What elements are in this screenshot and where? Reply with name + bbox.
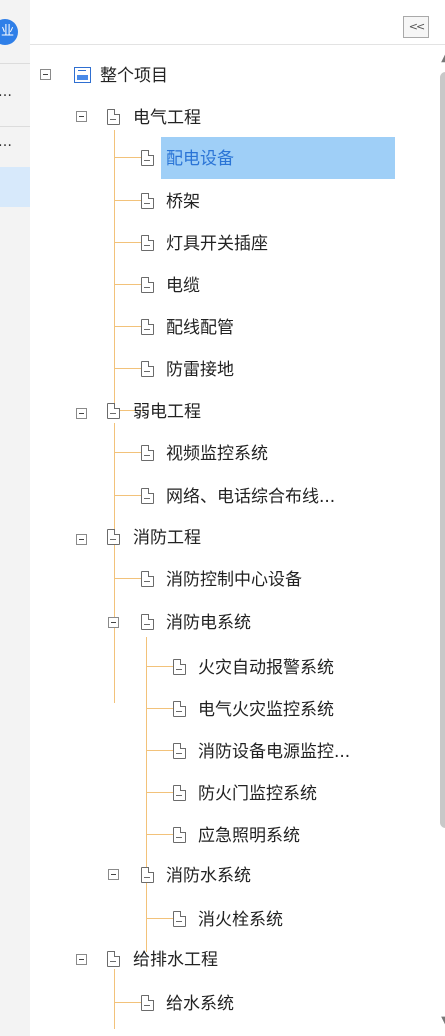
document-icon: [141, 361, 154, 377]
document-icon: [107, 403, 120, 419]
group-collapse-toggle[interactable]: [76, 534, 87, 545]
tree-scrollbar[interactable]: ▲ ▼: [437, 52, 445, 1030]
document-icon: [141, 488, 154, 504]
document-icon: [141, 193, 154, 209]
document-icon: [141, 995, 154, 1011]
tree-node-group[interactable]: 消防工程: [133, 526, 201, 550]
document-icon: [141, 571, 154, 587]
tree-connector: [114, 578, 142, 579]
document-icon: [173, 827, 186, 843]
document-icon: [141, 235, 154, 251]
left-panel-badge-icon[interactable]: 业: [0, 19, 18, 45]
document-icon: [141, 150, 154, 166]
document-icon: [173, 659, 186, 675]
tree-connector: [114, 1002, 142, 1003]
tree-connector: [114, 368, 142, 369]
tree-connector: [114, 242, 142, 243]
tree-connector: [114, 284, 142, 285]
tree-connector: [146, 637, 147, 952]
subgroup-collapse-toggle[interactable]: [108, 617, 119, 628]
tree-connector: [114, 969, 115, 1029]
tree-node-item[interactable]: 网络、电话综合布线...: [166, 485, 335, 509]
tree-connector: [146, 750, 174, 751]
tree-connector: [114, 423, 115, 703]
tree-connector: [114, 200, 142, 201]
tree-connector: [114, 452, 142, 453]
tree-node-subgroup[interactable]: 消防电系统: [166, 611, 251, 635]
tree-node-item[interactable]: 消防控制中心设备: [166, 568, 302, 592]
scroll-up-arrow-icon[interactable]: ▲: [437, 52, 445, 66]
tree-connector: [146, 918, 174, 919]
document-icon: [173, 701, 186, 717]
scrollbar-thumb[interactable]: [440, 72, 445, 828]
tree-node-root[interactable]: 整个项目: [100, 64, 168, 88]
document-icon: [173, 743, 186, 759]
tree-connector: [114, 495, 142, 496]
document-icon: [107, 109, 120, 125]
root-collapse-toggle[interactable]: [40, 69, 51, 80]
tree-node-item[interactable]: 灯具开关插座: [166, 232, 268, 256]
tree-node-item[interactable]: 给水系统: [166, 992, 234, 1016]
project-tree-panel: << 整个项目 电气工程 配电设备 桥架 灯具开关插座 电缆 配线配管 防雷接地…: [30, 0, 445, 1036]
document-icon: [141, 445, 154, 461]
tree-connector: [146, 708, 174, 709]
tree-node-item[interactable]: 防雷接地: [166, 358, 234, 382]
tree-node-group[interactable]: 弱电工程: [133, 400, 201, 424]
left-panel-edge: 业 … …: [0, 0, 31, 1036]
group-collapse-toggle[interactable]: [76, 408, 87, 419]
project-tree: 整个项目 电气工程 配电设备 桥架 灯具开关插座 电缆 配线配管 防雷接地 弱电…: [30, 45, 405, 1030]
tree-node-item[interactable]: 配电设备: [166, 147, 234, 171]
tree-node-item[interactable]: 电气火灾监控系统: [198, 698, 334, 722]
tree-connector: [146, 792, 174, 793]
document-icon: [173, 785, 186, 801]
left-panel-selected-row[interactable]: [0, 167, 30, 207]
tree-node-item[interactable]: 应急照明系统: [198, 824, 300, 848]
project-icon: [74, 67, 91, 83]
tree-node-item[interactable]: 防火门监控系统: [198, 782, 317, 806]
subgroup-collapse-toggle[interactable]: [108, 869, 119, 880]
scroll-down-arrow-icon[interactable]: ▼: [437, 1014, 445, 1028]
document-icon: [107, 529, 120, 545]
document-icon: [107, 951, 120, 967]
tree-node-item[interactable]: 消防设备电源监控...: [198, 740, 350, 764]
tree-node-subgroup[interactable]: 消防水系统: [166, 864, 251, 888]
left-panel-divider: [0, 126, 30, 127]
tree-node-item[interactable]: 视频监控系统: [166, 442, 268, 466]
tree-node-group[interactable]: 给排水工程: [133, 948, 218, 972]
left-panel-divider: [0, 63, 30, 64]
group-collapse-toggle[interactable]: [76, 954, 87, 965]
tree-connector: [114, 326, 142, 327]
document-icon: [141, 319, 154, 335]
document-icon: [141, 867, 154, 883]
tree-node-item[interactable]: 火灾自动报警系统: [198, 656, 334, 680]
tree-connector: [146, 666, 174, 667]
tree-node-item[interactable]: 配线配管: [166, 316, 234, 340]
collapse-left-icon[interactable]: <<: [403, 16, 429, 38]
tree-node-item[interactable]: 桥架: [166, 190, 200, 214]
tree-node-item[interactable]: 消火栓系统: [198, 908, 283, 932]
tree-connector: [146, 834, 174, 835]
panel-header: <<: [30, 0, 445, 45]
document-icon: [173, 911, 186, 927]
tree-node-item[interactable]: 电缆: [166, 274, 200, 298]
tree-node-group[interactable]: 电气工程: [133, 106, 201, 130]
document-icon: [141, 277, 154, 293]
document-icon: [141, 614, 154, 630]
group-collapse-toggle[interactable]: [76, 111, 87, 122]
tree-connector: [114, 157, 142, 158]
truncated-item-ellipsis[interactable]: …: [0, 84, 12, 100]
truncated-item-ellipsis[interactable]: …: [0, 134, 12, 150]
